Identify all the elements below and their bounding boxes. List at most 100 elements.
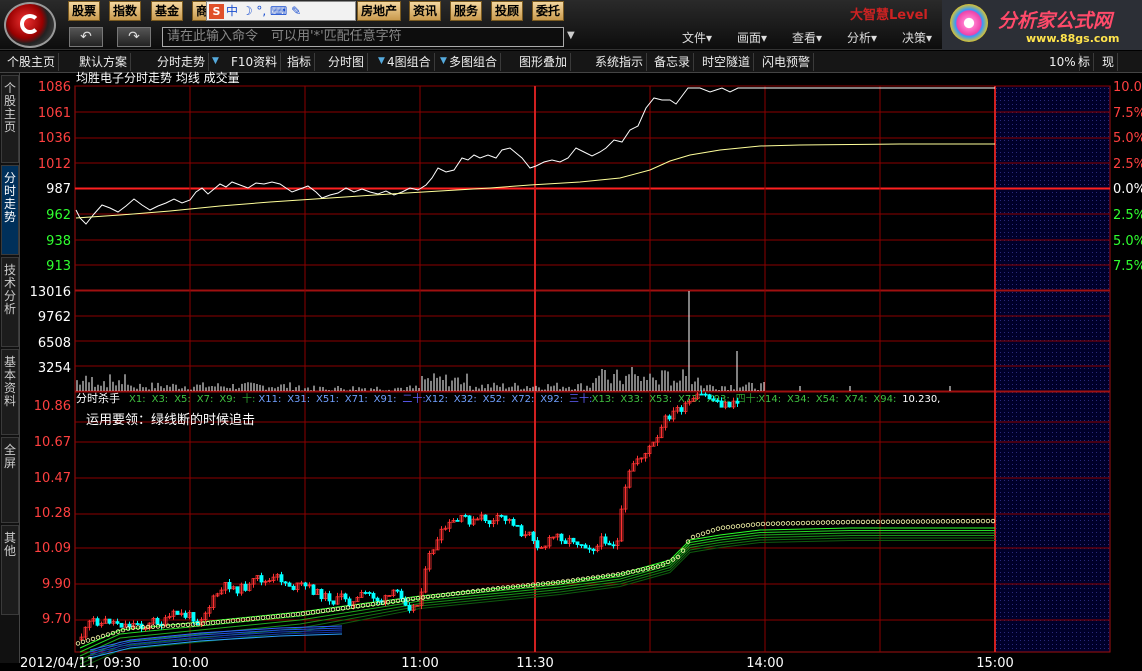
price-tick-base: 987 [46,182,71,197]
pct-tick: 10.0% [1113,80,1142,95]
volume-tick: 6508 [38,336,71,351]
signal-dot [770,521,776,526]
indicator-legend-item: X7: [197,394,214,405]
candle-body [603,536,608,544]
indicator-legend-item: X33: [620,394,643,405]
candle-body [559,533,564,542]
candle-body [243,583,248,591]
candle-body [107,618,112,624]
signal-dot [730,524,736,529]
green-band-line [79,540,995,669]
signal-dot [870,519,876,525]
signal-dot [950,519,956,524]
indicator-legend-item: X72: [511,394,534,405]
signal-dot [205,621,211,626]
signal-dot [930,519,936,524]
indicator-name: 分时杀手 [76,391,120,405]
candle-body [347,598,352,607]
signal-dot [95,635,101,640]
indicator-legend-item: 10.230, [902,394,940,405]
signal-dot [695,533,701,538]
signal-dot [895,519,901,524]
indicator-legend-item: 三十: [569,392,592,405]
indicator-legend-item: X94: [873,394,896,405]
pct-tick-base: 0.0% [1113,182,1142,197]
candle-body [407,604,412,611]
candle-body [679,407,684,412]
indicator-legend-item: X52: [483,394,506,405]
indicator-legend-item: X5: [174,394,191,405]
volume-tick: 9762 [38,310,71,325]
candle-body [611,544,616,547]
signal-dot [975,518,981,524]
signal-dot [755,522,761,527]
price-tick: 1036 [38,131,71,146]
signal-dot [725,525,731,530]
signal-dot [80,639,86,645]
signal-dot [790,521,796,526]
signal-dot [785,521,791,526]
stock-terminal-window: 股票 指数 基金 商 S中 ☽ °, ⌨ ✎ 房地产 资讯 服务 投顾 委托 ↶… [0,0,1142,671]
indicator-legend-item: X54: [816,394,839,405]
time-label: 11:30 [516,656,553,671]
signal-dot [805,520,811,526]
candle-body [371,593,376,599]
pct-tick: 7.5% [1113,106,1142,121]
candle-body [363,592,368,594]
signal-dot [810,520,816,526]
pct-tick: 2.5% [1113,208,1142,223]
signal-dot [880,519,886,524]
price-tick: 1061 [38,106,71,121]
candle-body [483,514,488,522]
signal-dot [935,519,941,524]
signal-dot [795,520,801,526]
pct-tick: 5.0% [1113,234,1142,249]
candle-body [515,524,520,527]
candle-body [575,541,580,545]
indicator-tick: 10.28 [34,506,71,521]
candle-body [343,593,348,600]
indicator-tick: 10.09 [34,541,71,556]
price-panel-title: 均胜电子分时走势 均线 成交量 [76,70,240,85]
candle-body [191,612,196,622]
signal-dot [300,611,306,616]
indicator-legend-item: X11: [258,394,281,405]
signal-dot [210,620,216,625]
signal-dot [800,520,806,526]
candle-body [291,585,296,590]
signal-dot [905,519,911,524]
indicator-legend-item: X74: [845,394,868,405]
candle-body [487,520,492,525]
signal-dot [425,594,431,600]
candle-body [531,531,536,542]
candle-body [583,544,588,549]
candle-body [727,401,732,408]
signal-dot [705,529,711,535]
signal-dot [315,609,321,614]
candle-body [587,547,592,550]
candle-body [287,582,292,587]
indicator-tick: 9.90 [42,577,71,592]
candle-body [367,592,372,594]
signal-dot [265,615,271,620]
candle-body [499,515,504,517]
signal-dot [925,519,931,524]
candle-body [155,618,160,625]
volume-tick: 3254 [38,361,71,376]
indicator-tick: 10.67 [34,435,71,450]
indicator-legend-item: 十: [242,392,255,405]
candle-body [311,584,316,595]
indicator-tick: 9.70 [42,612,71,627]
indicator-legend-item: X31: [287,394,310,405]
signal-dot [900,519,906,524]
candle-body [119,622,124,628]
signal-dot [775,521,781,526]
price-tick: 1086 [38,80,71,95]
signal-dot [720,525,726,530]
candle-body [711,398,716,401]
time-start: 2012/04/11, 09:30 [20,656,141,671]
pct-tick: 7.5% [1113,259,1142,274]
candle-body [399,590,404,600]
signal-dot [75,641,81,646]
intraday-chart[interactable]: 均胜电子分时走势 均线 成交量 1086 1061 1036 1012 987 962 938… [0,0,1142,671]
